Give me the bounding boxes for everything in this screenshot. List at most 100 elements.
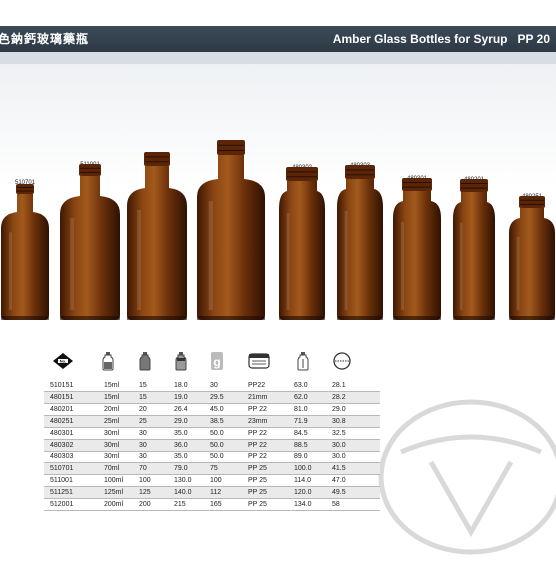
top-band — [0, 0, 556, 26]
item-code-icon: No. — [50, 348, 76, 374]
table-cell: 30 — [139, 429, 147, 437]
bottle-480201: 480201 — [452, 139, 496, 320]
table-cell: 29.0 — [174, 417, 188, 425]
bottle-511001: 511001 — [59, 124, 121, 320]
table-cell: 50.0 — [210, 453, 224, 461]
svg-text:g: g — [213, 355, 220, 369]
table-cell: 30 — [210, 382, 218, 389]
table-cell: 511001 — [50, 477, 73, 485]
table-cell: 15 — [139, 393, 147, 401]
table-cell: 81.0 — [294, 405, 308, 413]
table-cell: 26.4 — [174, 405, 188, 413]
table-cell: 215 — [174, 501, 186, 508]
table-row: 510151 15ml 15 18.0 30 PP22 63.0 28.1 — [44, 380, 380, 392]
table-cell: 70 — [139, 465, 147, 473]
header-bar: 色鈉鈣玻璃藥瓶 Amber Glass Bottles for Syrup PP … — [0, 26, 556, 52]
table-cell: 511251 — [50, 489, 73, 497]
table-row: 480301 30ml 30 35.0 50.0 PP 22 84.5 32.5 — [44, 428, 380, 440]
table-cell: 512001 — [50, 501, 74, 508]
table-cell: 70ml — [104, 465, 120, 473]
table-cell: 41.5 — [332, 465, 346, 473]
table-row: 510701 70ml 70 79.0 75 PP 25 100.0 41.5 — [44, 463, 380, 476]
table-cell: 79.0 — [174, 465, 188, 473]
diameter-icon — [330, 348, 354, 374]
header-title-chinese: 色鈉鈣玻璃藥瓶 — [0, 32, 90, 46]
table-cell: 45.0 — [210, 405, 224, 413]
header-series-code: PP 20 — [517, 32, 550, 46]
amber-bottle-graphic — [453, 179, 495, 320]
bottle-480301: 480301 — [392, 138, 442, 320]
table-cell: 100 — [139, 477, 151, 485]
table-cell: 36.0 — [174, 441, 188, 449]
table-cell: 29.0 — [332, 405, 346, 413]
table-cell: 480302 — [50, 441, 74, 449]
amber-bottle-graphic — [60, 164, 120, 320]
table-cell: 112 — [210, 489, 222, 497]
amber-bottle-graphic — [127, 152, 187, 320]
table-cell: 100.0 — [294, 465, 312, 473]
amber-bottle-graphic — [337, 165, 383, 320]
table-cell: 125 — [139, 489, 151, 497]
table-cell: 130.0 — [174, 477, 192, 485]
table-cell: 28.2 — [332, 393, 346, 401]
table-cell: 134.0 — [294, 501, 312, 508]
table-cell: 200ml — [104, 501, 124, 508]
amber-bottle-graphic — [393, 178, 441, 320]
table-cell: 18.0 — [174, 382, 188, 389]
table-cell: 100ml — [104, 477, 124, 485]
table-cell: PP 22 — [248, 429, 267, 437]
bottle-512001: 512001 — [196, 100, 266, 320]
table-cell: 140.0 — [174, 489, 192, 497]
amber-bottle-graphic — [509, 196, 555, 320]
table-row: 511251 125ml 125 140.0 112 PP 25 120.0 49.5 — [44, 487, 380, 500]
table-cell: 30ml — [104, 453, 120, 461]
height-icon — [294, 348, 312, 374]
bottle-volume-icon — [99, 348, 117, 374]
table-cell: 30ml — [104, 441, 120, 449]
neck-finish-icon — [246, 348, 272, 374]
table-row: 480201 20ml 20 26.4 45.0 PP 22 81.0 29.0 — [44, 404, 380, 416]
legend-icon-row: No. g — [0, 348, 556, 378]
table-row: 480303 30ml 30 35.0 50.0 PP 22 89.0 30.0 — [44, 451, 380, 464]
table-cell: 30.0 — [332, 453, 346, 461]
table-cell: 35.0 — [174, 429, 188, 437]
table-cell: 58 — [332, 501, 340, 508]
table-cell: 20 — [139, 405, 147, 413]
table-cell: 480201 — [50, 405, 74, 413]
table-cell: 32.5 — [332, 429, 346, 437]
table-cell: 75 — [210, 465, 218, 473]
weight-icon: g — [208, 348, 226, 374]
amber-bottle-graphic — [1, 184, 49, 320]
table-cell: 62.0 — [294, 393, 308, 401]
bottle-511251: 511251 — [126, 112, 188, 320]
table-cell: 38.5 — [210, 417, 224, 425]
table-cell: 71.9 — [294, 417, 308, 425]
table-cell: PP 25 — [248, 465, 267, 473]
table-cell: 23mm — [248, 417, 268, 425]
table-cell: 50.0 — [210, 441, 224, 449]
table-cell: 15 — [139, 382, 147, 389]
table-cell: 480303 — [50, 453, 74, 461]
bottle-capacity-icon — [172, 348, 190, 374]
table-row: 480151 15ml 15 19.0 29.5 21mm 62.0 28.2 — [44, 391, 380, 404]
table-cell: 88.5 — [294, 441, 308, 449]
amber-bottle-graphic — [279, 167, 325, 320]
table-cell: 29.5 — [210, 393, 224, 401]
table-cell: 480301 — [50, 429, 74, 437]
table-cell: PP 22 — [248, 453, 267, 461]
table-cell: 30 — [139, 441, 147, 449]
table-cell: 21mm — [248, 393, 268, 401]
header-underline-band — [0, 52, 556, 64]
table-cell: 30.8 — [332, 417, 346, 425]
table-cell: 30ml — [104, 429, 120, 437]
header-title-english: Amber Glass Bottles for Syrup PP 20 — [323, 26, 550, 52]
table-row: 512001 200ml 200 215 165 PP 25 134.0 58 — [44, 499, 380, 511]
bottle-480303: 480303 — [336, 125, 384, 320]
table-cell: 89.0 — [294, 453, 308, 461]
table-cell: 19.0 — [174, 393, 188, 401]
table-cell: 114.0 — [294, 477, 311, 485]
table-cell: 30.0 — [332, 441, 346, 449]
table-cell: 50.0 — [210, 429, 224, 437]
full-volume-icon — [136, 348, 154, 374]
table-cell: 28.1 — [332, 382, 346, 389]
